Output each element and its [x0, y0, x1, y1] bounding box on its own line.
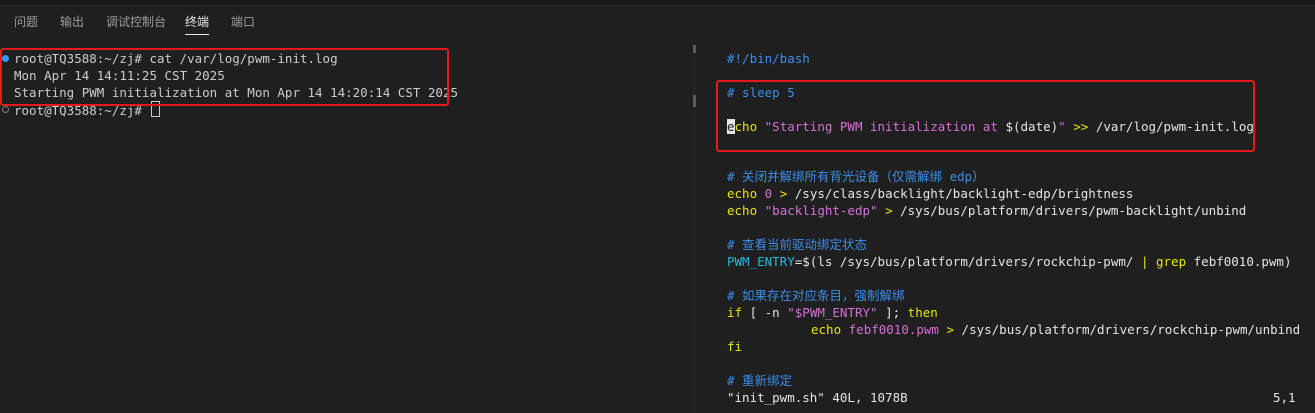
code-token: echo — [811, 322, 842, 337]
scrollbar-marker[interactable] — [693, 45, 696, 53]
highlight-box-echo — [716, 80, 1255, 152]
code-comment-backlight: # 关闭并解绑所有背光设备（仅需解绑 edp） — [727, 169, 985, 184]
code-fi: fi — [727, 339, 743, 354]
tab-debug-console[interactable]: 调试控制台 — [106, 14, 166, 34]
code-token: febf0010.pwm — [1193, 254, 1284, 269]
code-token: > — [779, 186, 788, 201]
code-comment-if: # 如果存在对应条目，强制解绑 — [727, 288, 905, 303]
code-token: 0 — [764, 186, 773, 201]
code-echo-unbind-pwm: echo febf0010.pwm > /sys/bus/platform/dr… — [811, 321, 1300, 338]
highlight-box-log-output — [0, 48, 449, 106]
code-token: grep — [1156, 254, 1187, 269]
tab-problems[interactable]: 问题 — [14, 14, 38, 34]
code-token: ) — [1283, 254, 1292, 269]
prompt-status-dot — [2, 106, 9, 113]
code-token: echo — [727, 186, 758, 201]
code-pwm-entry: PWM_ENTRY=$(ls /sys/bus/platform/drivers… — [727, 253, 1291, 270]
code-token: if — [727, 305, 743, 320]
vim-cursor-position: 5,1 — [1273, 390, 1296, 405]
code-token: > — [946, 322, 955, 337]
terminal-left[interactable]: root@TQ3588:~/zj# cat /var/log/pwm-init.… — [0, 44, 690, 413]
code-shebang: #!/bin/bash — [727, 51, 810, 66]
code-token: > — [885, 203, 893, 218]
code-token: $PWM_ENTRY — [794, 305, 871, 320]
tab-ports[interactable]: 端口 — [231, 14, 255, 34]
code-token: "backlight-edp" — [764, 203, 878, 218]
tab-output[interactable]: 输出 — [60, 14, 84, 34]
code-token: " — [870, 305, 878, 320]
code-token: ]; — [877, 305, 908, 320]
terminal-right-vim[interactable]: #!/bin/bash # sleep 5 echo "Starting PWM… — [700, 44, 1315, 413]
panel-tab-bar: 问题 输出 调试控制台 终端 端口 — [0, 6, 1315, 36]
code-token: /sys/bus/platform/drivers/rockchip-pwm/u… — [961, 322, 1301, 337]
code-token: then — [907, 305, 938, 320]
code-comment-rebind: # 重新绑定 — [727, 373, 793, 388]
code-token: echo — [727, 203, 758, 218]
tab-terminal[interactable]: 终端 — [185, 14, 210, 35]
code-token: [ -n — [749, 305, 788, 320]
code-comment-query: # 查看当前驱动绑定状态 — [727, 237, 868, 252]
code-token: febf0010.pwm — [848, 322, 939, 337]
code-echo-brightness: echo 0 > /sys/class/backlight/backlight-… — [727, 185, 1133, 202]
code-token: | — [1140, 254, 1149, 269]
scrollbar-marker[interactable] — [693, 95, 696, 107]
code-token: PWM_ENTRY — [727, 254, 795, 269]
code-token: " — [787, 305, 795, 320]
code-token: $( — [802, 254, 818, 269]
vim-status-file: "init_pwm.sh" 40L, 1078B — [727, 390, 908, 405]
code-if-line: if [ -n "$PWM_ENTRY" ]; then — [727, 304, 938, 321]
code-token: /sys/bus/platform/drivers/pwm-backlight/… — [900, 203, 1247, 218]
code-token: ls /sys/bus/platform/drivers/rockchip-pw… — [817, 254, 1134, 269]
code-token: /sys/class/backlight/backlight-edp/brigh… — [794, 186, 1134, 201]
code-echo-unbind-backlight: echo "backlight-edp" > /sys/bus/platform… — [727, 202, 1246, 219]
